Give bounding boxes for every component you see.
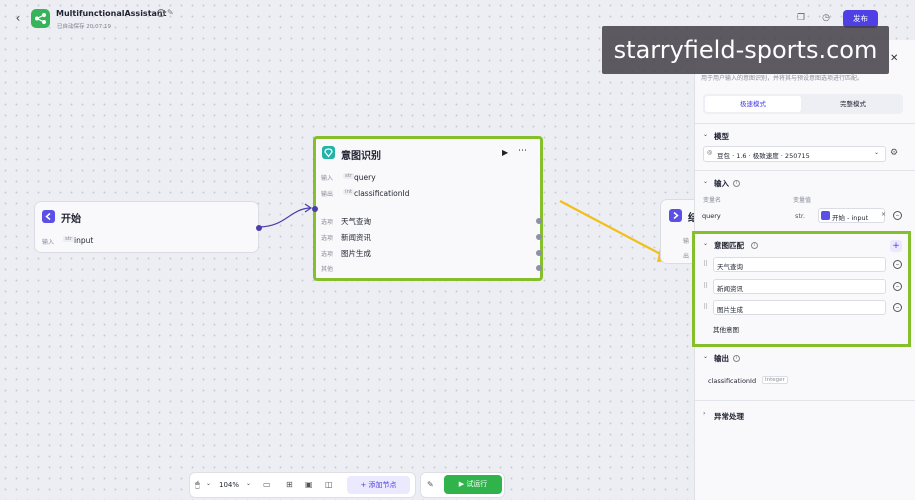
remove-intent-button[interactable]: – <box>893 260 902 269</box>
intent-field-3-value: 图片生成 <box>717 306 743 314</box>
input-var-name: query <box>702 212 721 220</box>
drag-handle-icon[interactable]: ⠿ <box>703 303 708 311</box>
settings-gear-icon[interactable]: ⚙ <box>890 148 898 158</box>
intent-input-type: str <box>343 173 355 179</box>
model-select-value: 豆包 · 1.6 · 极致速度 · 250715 <box>717 152 810 160</box>
chevron-right-icon[interactable]: › <box>703 410 705 417</box>
input-section-title: 输入 <box>714 179 729 188</box>
input-var-ref: 开始 - input <box>832 214 869 222</box>
input-var-type: str. <box>795 212 806 220</box>
model-dropdown-icon[interactable]: ⌄ <box>874 149 879 156</box>
tab-fast-mode[interactable]: 极速模式 <box>705 96 801 112</box>
chevron-down-icon[interactable]: ⌄ <box>703 131 708 138</box>
chevron-down-icon[interactable]: ⌄ <box>703 240 708 247</box>
intent-input-port[interactable] <box>312 206 318 212</box>
chevron-down-icon[interactable]: ⌄ <box>703 353 708 360</box>
col-var-name: 变量名 <box>703 197 722 204</box>
play-icon: ▶ <box>458 480 465 488</box>
minimap-icon[interactable]: ◫ <box>325 480 333 489</box>
model-logo-icon: ◎ <box>707 149 713 156</box>
comment-icon[interactable]: ▭ <box>263 480 271 489</box>
remove-intent-button[interactable]: – <box>893 282 902 291</box>
intent-output-type: int <box>343 189 355 195</box>
output-var-name: classificationId <box>708 377 757 385</box>
divider <box>695 170 915 171</box>
intent-output-name: classificationId <box>354 189 410 198</box>
option-value-1: 天气查询 <box>341 217 371 226</box>
start-input-name: input <box>74 236 94 245</box>
tab-full-mode[interactable]: 完整模式 <box>805 96 901 112</box>
other-option-port[interactable] <box>536 265 542 271</box>
next-node-row1: 输 <box>683 238 690 245</box>
mouse-mode-icon[interactable]: 🖱 <box>195 480 200 490</box>
info-icon[interactable]: i <box>751 242 758 249</box>
remove-intent-button[interactable]: – <box>893 303 902 312</box>
zoom-level[interactable]: 104% <box>219 481 239 489</box>
intent-input-name: query <box>354 173 376 182</box>
drag-handle-icon[interactable]: ⠿ <box>703 282 708 290</box>
info-icon[interactable]: i <box>733 180 740 187</box>
layout-icon[interactable]: ⊞ <box>286 480 293 489</box>
info-icon[interactable]: i <box>733 355 740 362</box>
start-input-type: str <box>63 236 75 242</box>
more-options-icon[interactable]: ⋯ <box>518 146 527 156</box>
next-node-icon <box>669 209 682 222</box>
output-section-title: 输出 <box>714 354 729 363</box>
divider <box>695 400 915 401</box>
annotation-arrow <box>559 200 669 259</box>
option-port-3[interactable] <box>536 250 542 256</box>
test-run-label: 试运行 <box>466 480 488 488</box>
intent-field-1-value: 天气查询 <box>717 263 743 271</box>
add-node-label: 添加节点 <box>368 481 397 489</box>
chevron-down-icon[interactable]: ⌄ <box>206 480 211 487</box>
start-node-icon <box>42 210 55 223</box>
intent-node[interactable]: 意图识别 ▶ ⋯ 输入 str query 输出 int classificat… <box>312 136 543 281</box>
option-label-1: 选项 <box>321 219 334 226</box>
drag-handle-icon[interactable]: ⠿ <box>703 260 708 268</box>
start-node[interactable]: 开始 输入 str input <box>34 201 262 253</box>
start-ref-icon <box>821 211 830 220</box>
col-var-value: 变量值 <box>793 197 812 204</box>
chevron-down-icon[interactable]: ⌄ <box>703 178 708 185</box>
intent-node-title: 意图识别 <box>341 151 381 162</box>
divider <box>695 123 915 124</box>
run-node-icon[interactable]: ▶ <box>502 148 508 157</box>
edge-start-to-intent <box>258 207 311 228</box>
start-node-title: 开始 <box>61 214 81 225</box>
option-value-2: 新闻资讯 <box>341 233 371 242</box>
option-label-2: 选项 <box>321 235 334 242</box>
intent-input-label: 输入 <box>321 175 334 182</box>
next-node-row2: 出 <box>683 253 690 260</box>
image-icon[interactable]: ▣ <box>305 480 313 489</box>
intent-node-icon <box>322 146 335 159</box>
test-run-button[interactable]: ▶ 试运行 <box>444 475 502 494</box>
option-value-3: 图片生成 <box>341 249 371 258</box>
start-output-port[interactable] <box>256 225 262 231</box>
remove-input-button[interactable]: – <box>893 211 902 220</box>
option-port-2[interactable] <box>536 234 542 240</box>
model-section-title: 模型 <box>714 132 729 141</box>
watermark: starryfield-sports.com <box>602 26 889 74</box>
error-section-title: 异常处理 <box>714 412 744 421</box>
close-icon[interactable]: ✕ <box>890 53 898 64</box>
intent-output-label: 输出 <box>321 191 334 198</box>
plus-icon: + <box>360 481 367 489</box>
add-node-button[interactable]: + 添加节点 <box>347 476 410 494</box>
intent-field-2-value: 新闻资讯 <box>717 285 743 293</box>
add-intent-button[interactable]: + <box>890 240 902 252</box>
intent-section-title: 意图匹配 <box>714 241 744 250</box>
other-intent-label: 其他意图 <box>713 326 739 334</box>
clear-icon[interactable]: × <box>881 211 886 218</box>
option-port-1[interactable] <box>536 218 542 224</box>
start-input-label: 输入 <box>42 239 55 246</box>
option-label-3: 选项 <box>321 251 334 258</box>
zoom-dropdown-icon[interactable]: ⌄ <box>246 480 251 487</box>
output-var-type: Integer <box>762 376 788 384</box>
other-option-label: 其他 <box>321 266 334 273</box>
panel-description: 用于用户输入的意图识别，并将其与预设意图选项进行匹配。 <box>701 75 864 82</box>
wrench-icon[interactable]: ✎ <box>427 480 434 489</box>
